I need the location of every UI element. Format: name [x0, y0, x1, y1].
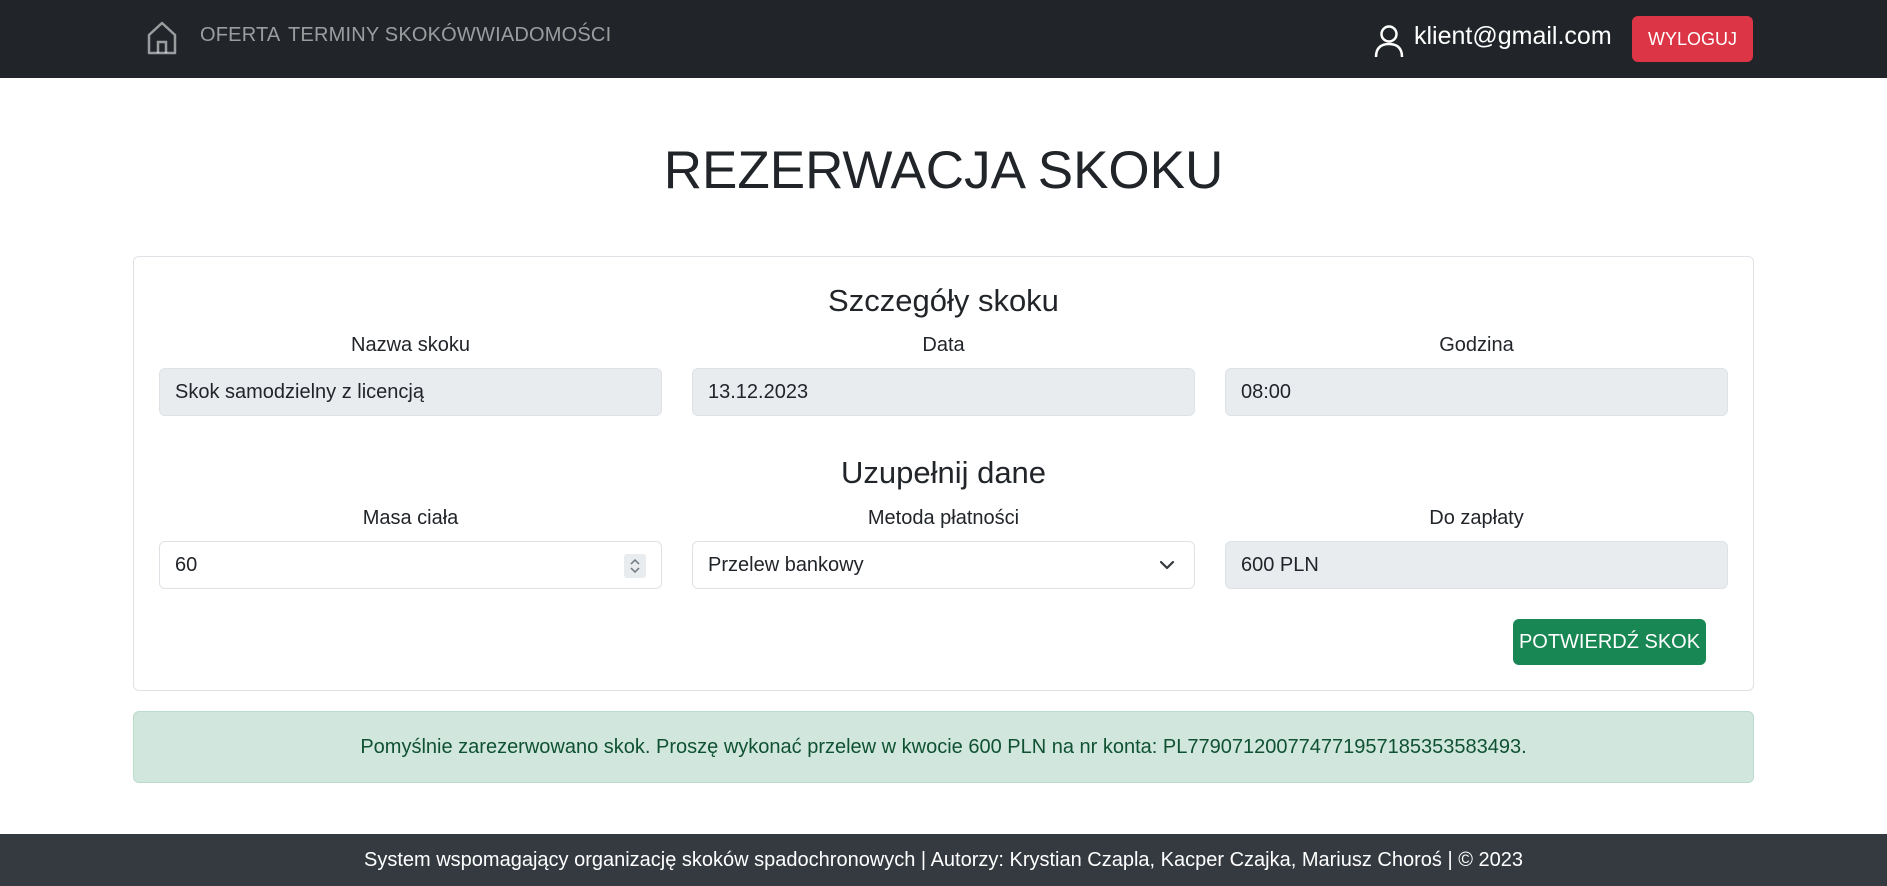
date-value: 13.12.2023 — [708, 380, 809, 403]
reservation-card: Szczegóły skoku Nazwa skoku Data Godzina… — [133, 256, 1754, 691]
chevron-down-icon — [1159, 560, 1175, 570]
nav-link-wiadomosci[interactable]: WIADOMOŚCI — [476, 24, 611, 47]
home-icon[interactable] — [146, 20, 178, 56]
footer-text: System wspomagający organizację skoków s… — [364, 848, 1523, 871]
number-stepper-icon[interactable] — [624, 554, 646, 578]
jump-name-field: Skok samodzielny z licencją — [159, 368, 662, 416]
user-email: klient@gmail.com — [1414, 22, 1612, 50]
details-section-title: Szczegóły skoku — [828, 283, 1059, 318]
time-label: Godzina — [1439, 334, 1514, 356]
user-icon — [1374, 25, 1404, 58]
form-section-title: Uzupełnij dane — [840, 455, 1047, 490]
date-label: Data — [922, 334, 965, 356]
time-field: 08:00 — [1225, 368, 1728, 416]
success-alert: Pomyślnie zarezerwowano skok. Proszę wyk… — [133, 711, 1754, 783]
body-weight-label: Masa ciała — [362, 507, 459, 529]
navbar: OFERTA TERMINY SKOKÓW WIADOMOŚCI klient@… — [0, 0, 1887, 78]
body-weight-input[interactable]: 60 — [159, 541, 662, 589]
payment-method-value: Przelew bankowy — [708, 553, 864, 576]
payment-method-select[interactable]: Przelew bankowy — [692, 541, 1195, 589]
payment-method-label: Metoda płatności — [867, 507, 1020, 529]
jump-name-value: Skok samodzielny z licencją — [175, 380, 424, 403]
amount-due-value: 600 PLN — [1241, 553, 1319, 576]
time-value: 08:00 — [1241, 380, 1292, 403]
confirm-jump-button[interactable]: POTWIERDŹ SKOK — [1513, 619, 1706, 665]
body-weight-value: 60 — [175, 553, 198, 576]
amount-due-field: 600 PLN — [1225, 541, 1728, 589]
success-alert-message: Pomyślnie zarezerwowano skok. Proszę wyk… — [360, 735, 1527, 758]
footer: System wspomagający organizację skoków s… — [0, 834, 1887, 886]
amount-due-label: Do zapłaty — [1429, 507, 1524, 529]
logout-button[interactable]: WYLOGUJ — [1632, 16, 1753, 62]
date-field: 13.12.2023 — [692, 368, 1195, 416]
page-title: REZERWACJA SKOKU — [663, 141, 1224, 200]
nav-link-oferta[interactable]: OFERTA — [200, 24, 280, 47]
jump-name-label: Nazwa skoku — [351, 334, 470, 356]
nav-link-terminy-skokow[interactable]: TERMINY SKOKÓW — [288, 24, 476, 47]
